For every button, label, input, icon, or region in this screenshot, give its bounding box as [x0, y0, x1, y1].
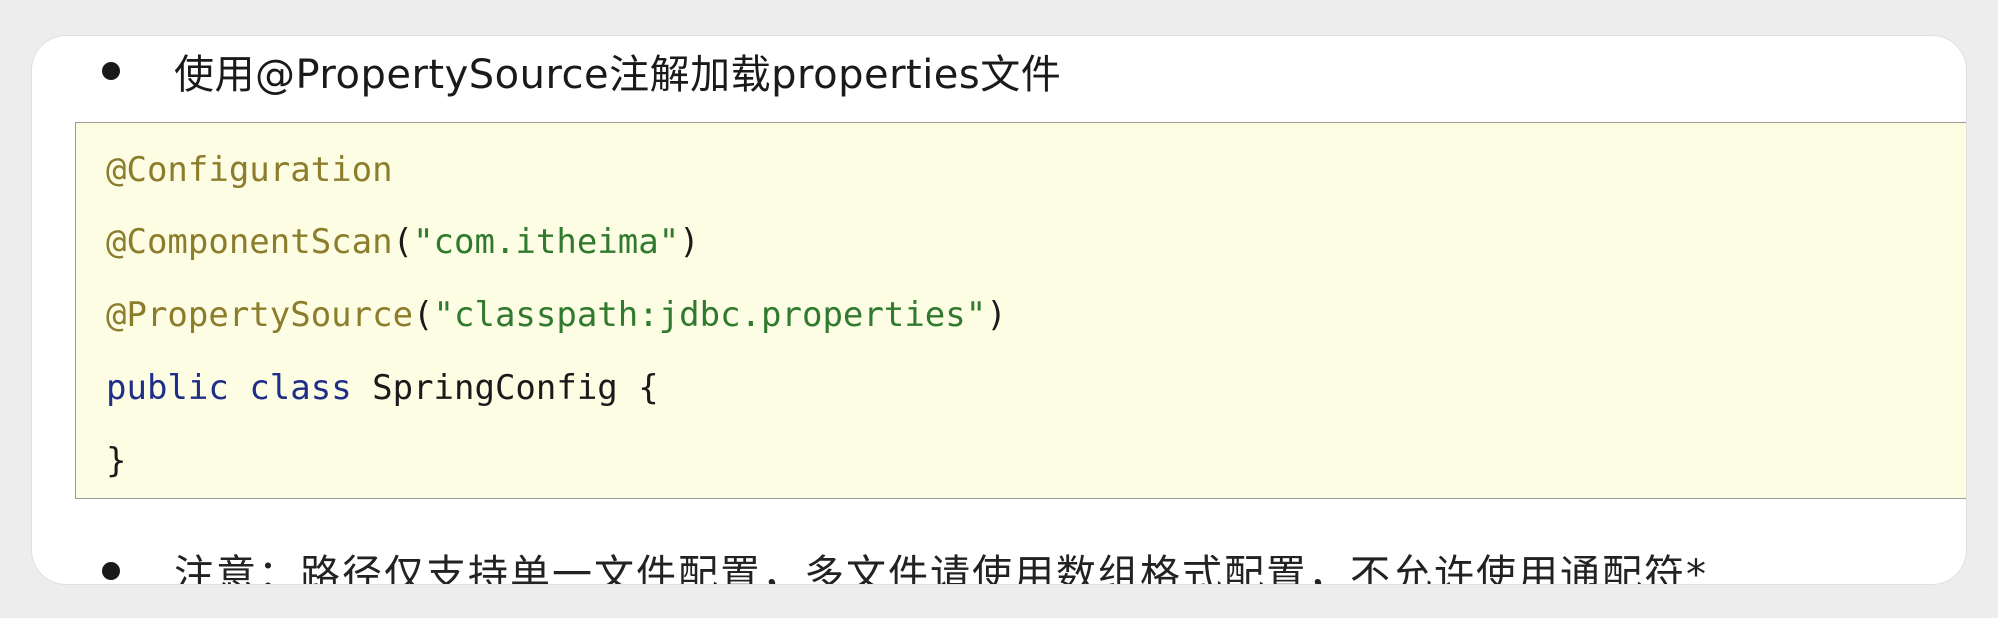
code-line-5: }	[106, 436, 126, 486]
code-paren-close: )	[986, 295, 1007, 335]
bullet-dot-icon	[102, 562, 120, 580]
bullet-text: 注意：路径仅支持单一文件配置，多文件请使用数组格式配置，不允许使用通配符*	[174, 552, 1708, 584]
code-block: @Configuration @ComponentScan("com.ithei…	[75, 122, 1966, 499]
code-annotation: @PropertySource	[106, 295, 414, 335]
code-paren-open: (	[413, 295, 434, 335]
code-paren-close: )	[679, 222, 700, 262]
bullet-item-property-source: 使用@PropertySource注解加载properties文件	[32, 36, 1966, 106]
code-line-3: @PropertySource("classpath:jdbc.properti…	[106, 290, 1007, 340]
document-card: 使用@PropertySource注解加载properties文件 @Confi…	[32, 36, 1966, 584]
code-annotation: @Configuration	[106, 150, 393, 190]
code-string: "com.itheima"	[413, 222, 680, 262]
code-string: "classpath:jdbc.properties"	[433, 295, 987, 335]
code-line-1: @Configuration	[106, 145, 393, 195]
bullet-dot-icon	[102, 62, 120, 80]
code-paren-open: (	[392, 222, 414, 262]
code-line-2: @ComponentScan("com.itheima")	[106, 217, 700, 267]
code-keyword: public	[106, 368, 229, 408]
code-closing-brace: }	[106, 441, 127, 481]
code-annotation: @ComponentScan	[106, 222, 393, 262]
code-keyword: class	[249, 368, 352, 408]
code-class-declaration: SpringConfig {	[351, 368, 659, 408]
bullet-item-note: 注意：路径仅支持单一文件配置，多文件请使用数组格式配置，不允许使用通配符*	[32, 536, 1966, 584]
bullet-text: 使用@PropertySource注解加载properties文件	[174, 52, 1062, 98]
code-line-4: public class SpringConfig {	[106, 363, 659, 413]
